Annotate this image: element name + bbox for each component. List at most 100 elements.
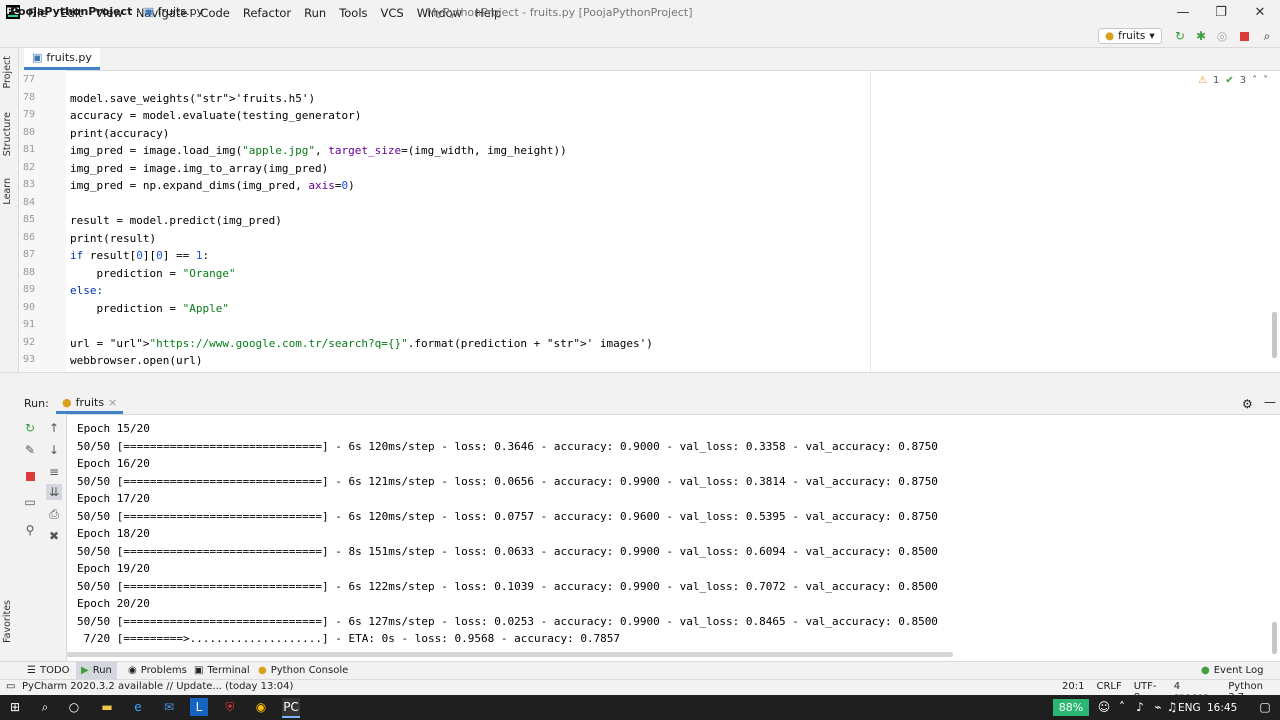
code-line[interactable]: print(accuracy) — [70, 127, 169, 140]
python-console-tool-button[interactable]: ● Python Console — [253, 661, 353, 679]
menu-run[interactable]: Run — [304, 6, 326, 20]
app-l-icon[interactable]: L — [190, 698, 208, 716]
close-window-button[interactable]: ✕ — [1241, 0, 1279, 25]
menu-vcs[interactable]: VCS — [381, 6, 404, 20]
code-line[interactable]: print(result) — [70, 232, 156, 245]
project-tool-tab[interactable]: Project — [2, 56, 13, 89]
warning-icon: ⚠ — [1198, 75, 1207, 86]
close-icon[interactable]: × — [108, 396, 117, 409]
minimize-button[interactable]: — — [1164, 0, 1202, 25]
menu-code[interactable]: Code — [200, 6, 229, 20]
code-line[interactable]: img_pred = np.expand_dims(img_pred, axis… — [70, 179, 355, 192]
rerun-icon[interactable]: ↻ — [1173, 29, 1187, 43]
maximize-button[interactable]: ❐ — [1202, 0, 1240, 25]
problems-tool-button[interactable]: ◉ Problems — [123, 661, 192, 679]
run-toolbar-primary: ↻ ✎ ▭ ⚲ — [18, 414, 42, 661]
event-log-tool-button[interactable]: ● Event Log — [1196, 661, 1268, 679]
notifications-icon[interactable]: ▢ — [1256, 698, 1274, 716]
favorites-tool-tab[interactable]: Favorites — [2, 600, 13, 643]
wrench-icon[interactable]: ✎ — [22, 442, 38, 458]
code-line[interactable]: img_pred = image.load_img("apple.jpg", t… — [70, 144, 567, 157]
windows-start-icon[interactable]: ⊞ — [6, 698, 24, 716]
console-line: Epoch 16/20 — [77, 457, 150, 470]
breadcrumb-file[interactable]: fruits.py — [158, 5, 203, 18]
stop-icon[interactable] — [1237, 29, 1251, 43]
code-line[interactable]: url = "url">"https://www.google.com.tr/s… — [70, 337, 653, 350]
console-vertical-scrollbar[interactable] — [1272, 622, 1277, 654]
line-number: 93 — [22, 354, 35, 365]
run-tool-button[interactable]: ▶ Run — [76, 661, 117, 679]
run-configuration-select[interactable]: ● fruits ▾ — [1098, 28, 1162, 44]
structure-tool-tab[interactable]: Structure — [2, 112, 13, 156]
line-number: 91 — [22, 319, 35, 330]
console-line: Epoch 19/20 — [77, 562, 150, 575]
microphone-icon[interactable]: ♪ — [1131, 698, 1149, 716]
file-explorer-icon[interactable]: ▬ — [98, 698, 116, 716]
console-line: Epoch 15/20 — [77, 422, 150, 435]
code-line[interactable]: if result[0][0] == 1: — [70, 249, 209, 262]
window-title: MyPythonProject - fruits.py [PoojaPython… — [427, 6, 693, 19]
taskbar-clock[interactable]: 16:45 — [1207, 702, 1237, 714]
editor-scrollbar[interactable] — [1272, 312, 1277, 358]
battery-indicator[interactable]: 88% — [1053, 699, 1089, 716]
coverage-icon[interactable]: ◎ — [1215, 29, 1229, 43]
line-number: 85 — [22, 214, 35, 225]
code-line[interactable]: prediction = "Apple" — [70, 302, 228, 315]
search-icon[interactable]: ⌕ — [36, 698, 54, 716]
arrow-down-icon[interactable]: ↓ — [46, 442, 62, 458]
search-icon[interactable]: ⌕ — [1260, 29, 1274, 43]
line-number: 84 — [22, 196, 35, 208]
code-line[interactable]: accuracy = model.evaluate(testing_genera… — [70, 109, 361, 122]
code-line[interactable]: result = model.predict(img_pred) — [70, 214, 282, 227]
terminal-tool-button[interactable]: ▣ Terminal — [189, 661, 255, 679]
status-toggle-icon[interactable]: ▭ — [6, 681, 15, 692]
code-line[interactable]: prediction = "Orange" — [70, 267, 235, 280]
breadcrumb-project[interactable]: PoojaPythonProject — [10, 5, 132, 18]
layout-icon[interactable]: ▭ — [22, 494, 38, 510]
print-icon[interactable]: ⎙ — [46, 506, 62, 522]
scroll-to-end-icon[interactable]: ⇊ — [46, 484, 62, 500]
person-icon[interactable]: ☺ — [1095, 698, 1113, 716]
console-line: 50/50 [==============================] -… — [77, 439, 938, 453]
shield-icon[interactable]: ⛨ — [221, 698, 239, 716]
inspection-widget[interactable]: ⚠ 1 ✔ 3 ˄ ˅ — [1198, 75, 1268, 86]
arrow-up-icon[interactable]: ↑ — [46, 420, 62, 436]
editor-tab-fruits[interactable]: ▣ fruits.py — [24, 48, 100, 70]
menu-refactor[interactable]: Refactor — [243, 6, 291, 20]
run-tab-fruits[interactable]: ● fruits × — [56, 394, 124, 414]
panel-splitter[interactable] — [0, 372, 1280, 395]
mail-icon[interactable]: ✉ — [160, 698, 178, 716]
code-line[interactable]: model.save_weights("str">'fruits.h5') — [70, 92, 315, 105]
gear-icon[interactable]: ⚙ — [1242, 397, 1253, 411]
input-language[interactable]: ENG — [1178, 702, 1201, 714]
pycharm-taskbar-icon[interactable]: PC — [282, 698, 300, 718]
debug-icon[interactable]: ✱ — [1194, 29, 1208, 43]
learn-tool-tab[interactable]: Learn — [2, 178, 13, 205]
trash-icon[interactable]: ✖ — [46, 528, 62, 544]
console-line: 50/50 [==============================] -… — [77, 509, 938, 523]
console-line: 50/50 [==============================] -… — [77, 474, 938, 488]
console-horizontal-scrollbar[interactable] — [67, 652, 953, 657]
event-log-icon: ● — [1201, 664, 1210, 676]
soft-wrap-icon[interactable]: ≡ — [46, 464, 62, 480]
breadcrumb: PoojaPythonProject › ▣ fruits.py — [10, 5, 203, 18]
code-line[interactable]: webbrowser.open(url) — [70, 354, 202, 367]
rerun-icon[interactable]: ↻ — [22, 420, 38, 436]
problems-label: Problems — [140, 664, 187, 676]
code-line[interactable]: else: — [70, 284, 103, 297]
left-tool-strip: Project Structure Learn Favorites — [0, 48, 19, 661]
chrome-icon[interactable]: ◉ — [252, 698, 270, 716]
stop-icon[interactable] — [22, 468, 38, 484]
edge-icon[interactable]: e — [129, 698, 147, 716]
chevron-up-icon[interactable]: ˄ — [1113, 698, 1131, 716]
task-view-icon[interactable]: ○ — [65, 698, 83, 716]
menu-tools[interactable]: Tools — [339, 6, 367, 20]
todo-label: TODO — [39, 664, 70, 676]
pin-icon[interactable]: ⚲ — [22, 522, 38, 538]
line-number: 86 — [22, 231, 35, 243]
code-line[interactable]: img_pred = image.img_to_array(img_pred) — [70, 162, 328, 175]
line-number: 82 — [22, 161, 35, 173]
todo-tool-button[interactable]: ☰ TODO — [22, 661, 75, 679]
hide-icon[interactable]: — — [1264, 395, 1276, 409]
status-message[interactable]: PyCharm 2020.3.2 available // Update... … — [22, 681, 293, 692]
